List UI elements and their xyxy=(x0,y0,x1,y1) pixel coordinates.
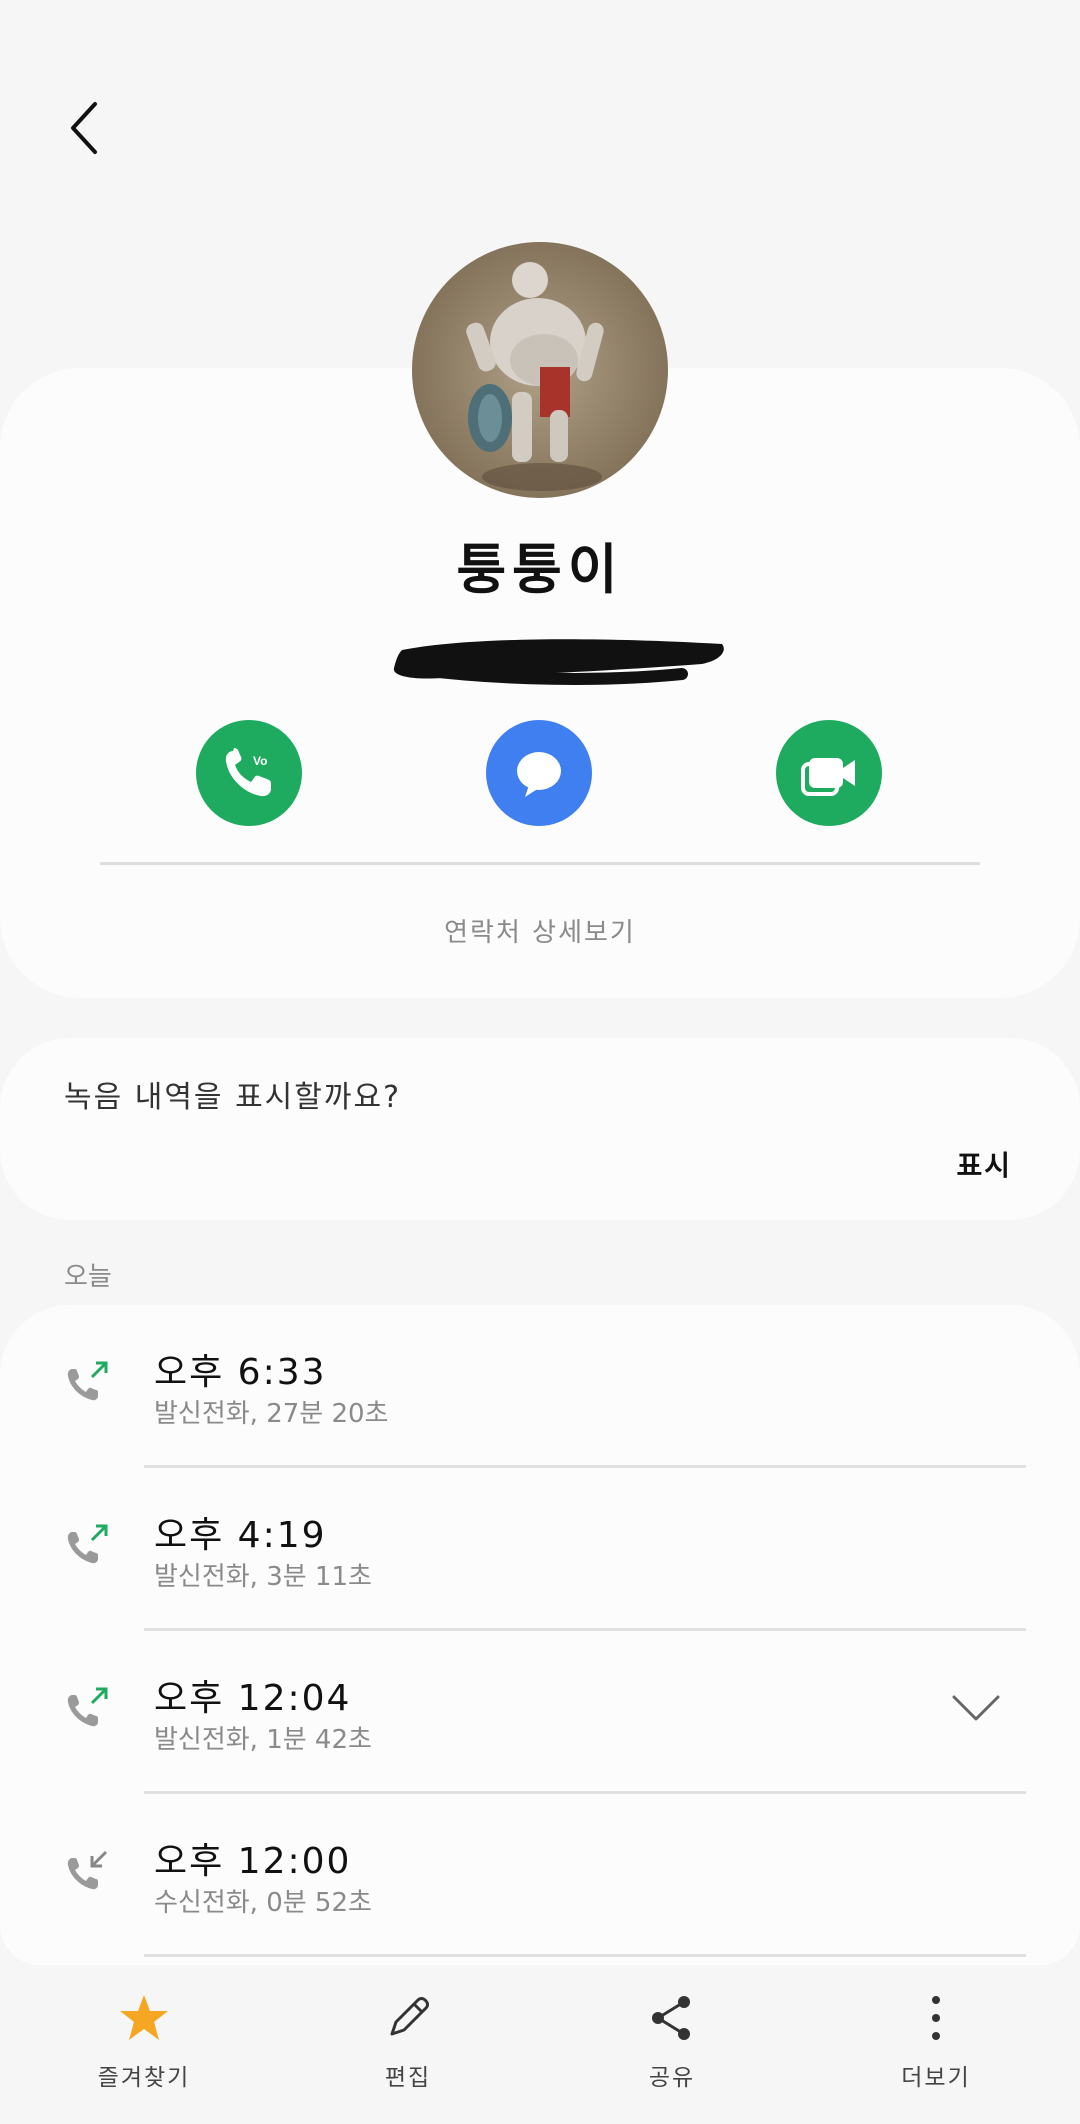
favorite-label: 즐겨찾기 xyxy=(97,2065,191,2091)
call-time: 오후 12:04 xyxy=(154,1678,352,1719)
call-detail: 발신전화, 3분 11초 xyxy=(154,1562,372,1592)
call-log-row[interactable]: 오후 4:19 발신전화, 3분 11초 xyxy=(0,1468,1080,1631)
call-time: 오후 6:33 xyxy=(154,1352,327,1393)
share-button[interactable]: 공유 xyxy=(562,1970,782,2120)
phone-volte-icon: Vo xyxy=(225,748,271,797)
call-log-row[interactable]: 오후 6:33 발신전화, 27분 20초 xyxy=(0,1305,1080,1468)
more-vertical-icon xyxy=(932,1996,940,2040)
row-divider xyxy=(144,1954,1026,1957)
call-log-card: 오후 6:33 발신전화, 27분 20초 오후 4:19 발신전화, 3분 1… xyxy=(0,1305,1080,1965)
edit-button[interactable]: 편집 xyxy=(298,1970,518,2120)
share-label: 공유 xyxy=(648,2065,696,2091)
recording-card xyxy=(0,1038,1080,1220)
bottom-navigation: 즐겨찾기 편집 공유 더보기 xyxy=(0,1970,1080,2124)
redacted-phone-number xyxy=(393,639,724,685)
contact-divider xyxy=(100,862,980,865)
share-icon xyxy=(652,1996,690,2040)
message-button[interactable] xyxy=(486,720,592,826)
outgoing-call-icon xyxy=(67,1361,108,1401)
voice-call-button[interactable]: Vo xyxy=(196,720,302,826)
pencil-icon xyxy=(390,1997,429,2036)
call-log-row[interactable]: 오후 12:00 수신전화, 0분 52초 xyxy=(0,1794,1080,1957)
call-detail: 수신전화, 0분 52초 xyxy=(154,1888,372,1918)
show-recording-button[interactable]: 표시 xyxy=(956,1144,1012,1184)
contact-details-link[interactable]: 연락처 상세보기 xyxy=(0,912,1080,949)
call-time: 오후 12:00 xyxy=(154,1841,352,1882)
edit-label: 편집 xyxy=(384,2065,432,2091)
call-detail: 발신전화, 27분 20초 xyxy=(154,1399,389,1429)
contact-name: 퉁퉁이 xyxy=(456,538,624,601)
more-label: 더보기 xyxy=(901,2065,971,2091)
section-label-today: 오늘 xyxy=(64,1262,112,1292)
call-log-row[interactable]: 오후 12:04 발신전화, 1분 42초 xyxy=(0,1631,1080,1794)
contact-avatar[interactable] xyxy=(412,242,668,498)
chevron-left-icon xyxy=(71,102,97,154)
call-detail: 발신전화, 1분 42초 xyxy=(154,1725,372,1755)
recording-question: 녹음 내역을 표시할까요? xyxy=(64,1080,401,1115)
video-call-button[interactable] xyxy=(776,720,882,826)
back-button[interactable] xyxy=(56,96,112,160)
incoming-call-icon xyxy=(67,1850,108,1890)
outgoing-call-icon xyxy=(67,1524,108,1564)
chevron-down-icon[interactable] xyxy=(950,1691,1002,1725)
more-button[interactable]: 더보기 xyxy=(826,1970,1046,2120)
chat-bubble-icon xyxy=(517,752,561,797)
favorite-button[interactable]: 즐겨찾기 xyxy=(34,1970,254,2120)
call-time: 오후 4:19 xyxy=(154,1515,327,1556)
video-camera-icon xyxy=(801,758,855,796)
outgoing-call-icon xyxy=(67,1687,108,1727)
svg-text:Vo: Vo xyxy=(253,754,267,768)
star-icon xyxy=(120,1995,168,2040)
